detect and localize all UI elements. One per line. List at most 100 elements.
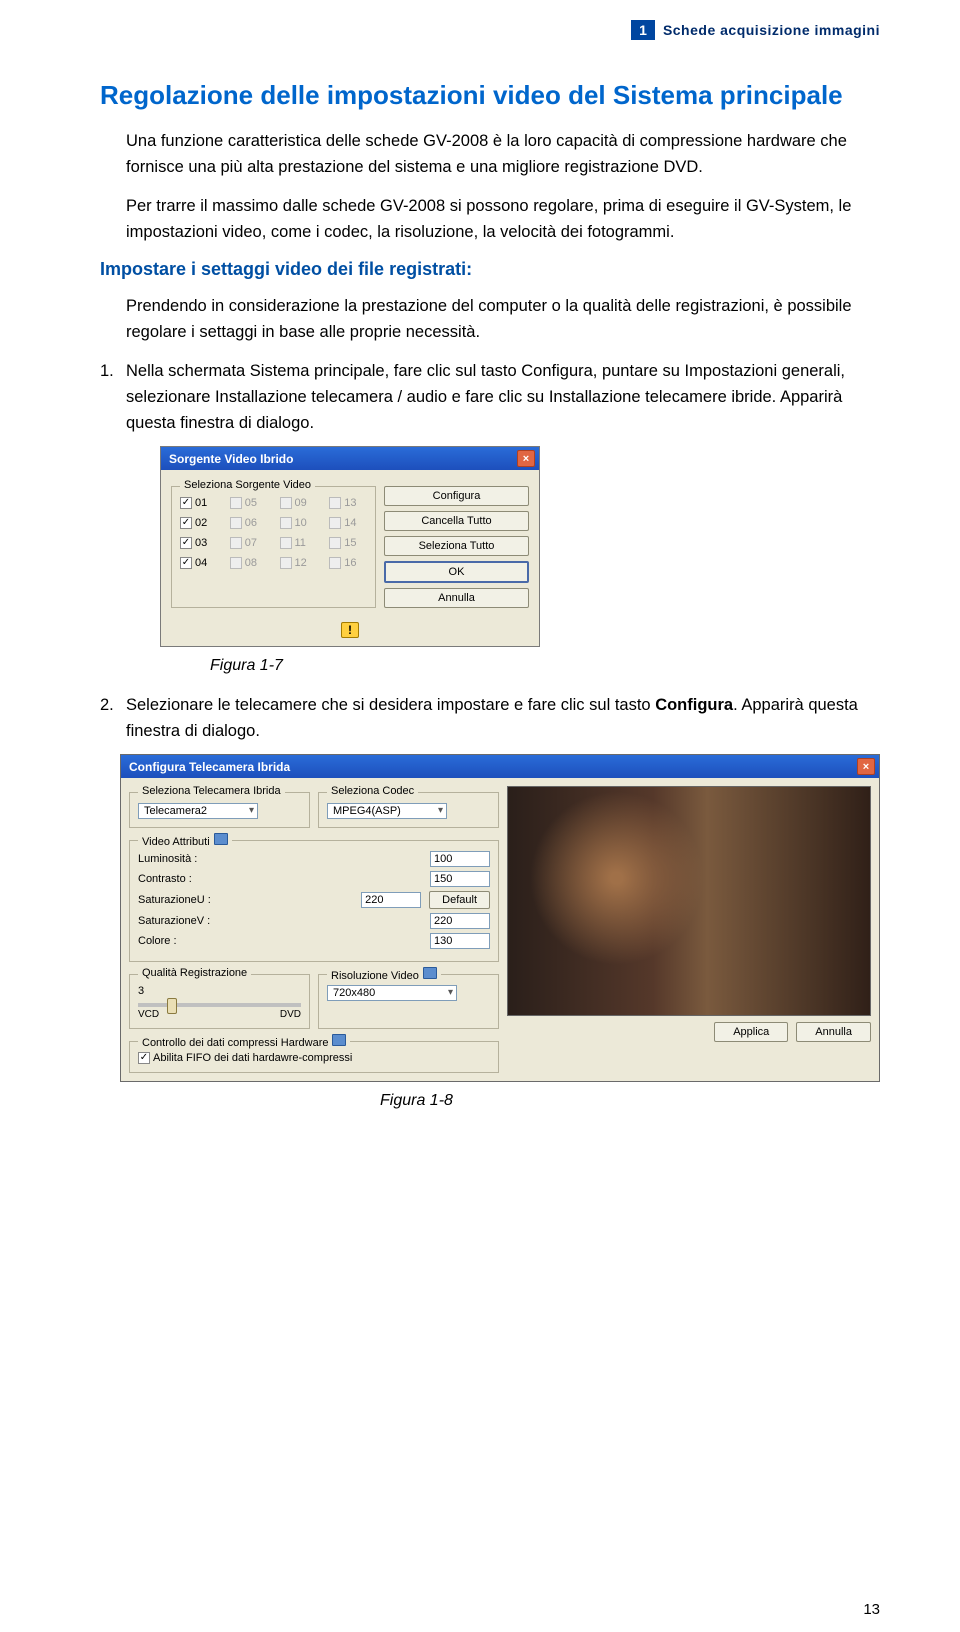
source-checkbox-16: 16: [329, 557, 367, 569]
chapter-title: Schede acquisizione immagini: [663, 22, 880, 38]
source-checkbox-02[interactable]: ✓02: [180, 517, 218, 529]
checkbox-label: 01: [195, 497, 207, 509]
quality-slider[interactable]: [138, 1003, 301, 1007]
source-checkbox-07: 07: [230, 537, 268, 549]
step-2-text-pre: Selezionare le telecamere che si desider…: [126, 696, 655, 714]
saturation-v-input[interactable]: 220: [430, 913, 490, 929]
brightness-input[interactable]: 100: [430, 851, 490, 867]
record-quality-group: Qualità Registrazione 3 VCD DVD: [129, 974, 310, 1029]
codec-combo[interactable]: MPEG4(ASP): [327, 803, 447, 819]
apply-button[interactable]: Applica: [714, 1022, 788, 1042]
source-checkbox-04[interactable]: ✓04: [180, 557, 218, 569]
checkbox-icon[interactable]: ✓: [180, 557, 192, 569]
brightness-label: Luminosità :: [138, 853, 197, 865]
chapter-number-badge: 1: [631, 20, 655, 40]
contrast-label: Contrasto :: [138, 873, 192, 885]
clear-all-button[interactable]: Cancella Tutto: [384, 511, 529, 531]
vcd-label: VCD: [138, 1009, 159, 1020]
fifo-checkbox-row[interactable]: ✓ Abilita FIFO dei dati hardawre-compres…: [138, 1052, 490, 1064]
figure-1-8-caption: Figura 1-8: [380, 1092, 880, 1110]
codec-select-group: Seleziona Codec MPEG4(ASP): [318, 792, 499, 828]
warning-icon[interactable]: !: [341, 622, 359, 638]
dialog1-title: Sorgente Video Ibrido: [169, 452, 293, 466]
camera-select-label: Seleziona Telecamera Ibrida: [138, 785, 285, 797]
checkbox-icon: [329, 557, 341, 569]
dialog2-titlebar[interactable]: Configura Telecamera Ibrida ×: [121, 755, 879, 778]
checkbox-label: 16: [344, 557, 356, 569]
source-checkbox-06: 06: [230, 517, 268, 529]
source-checkbox-05: 05: [230, 497, 268, 509]
checkbox-label: 10: [295, 517, 307, 529]
close-icon[interactable]: ×: [857, 758, 875, 775]
checkbox-label: 11: [295, 537, 306, 549]
contrast-input[interactable]: 150: [430, 871, 490, 887]
source-checkbox-09: 09: [280, 497, 318, 509]
checkbox-icon: [230, 497, 242, 509]
camera-select-group: Seleziona Telecamera Ibrida Telecamera2: [129, 792, 310, 828]
resolution-combo[interactable]: 720x480: [327, 985, 457, 1001]
checkbox-icon[interactable]: ✓: [180, 517, 192, 529]
camera-combo[interactable]: Telecamera2: [138, 803, 258, 819]
checkbox-icon: [230, 517, 242, 529]
camera-preview-image: [507, 786, 871, 1016]
page-header: 1 Schede acquisizione immagini: [100, 20, 880, 40]
dialog1-titlebar[interactable]: Sorgente Video Ibrido ×: [161, 447, 539, 470]
attributes-icon[interactable]: [214, 833, 228, 845]
cancel-button[interactable]: Annulla: [384, 588, 529, 608]
saturation-u-input[interactable]: 220: [361, 892, 421, 908]
close-icon[interactable]: ×: [517, 450, 535, 467]
checkbox-label: 04: [195, 557, 207, 569]
video-attributes-group: Video Attributi Luminosità :100 Contrast…: [129, 840, 499, 962]
checkbox-icon[interactable]: ✓: [180, 537, 192, 549]
step-1-number: 1.: [100, 359, 114, 385]
step-1: 1. Nella schermata Sistema principale, f…: [126, 359, 880, 436]
configure-button[interactable]: Configura: [384, 486, 529, 506]
figure-1-7-caption: Figura 1-7: [210, 657, 880, 675]
video-resolution-group: Risoluzione Video 720x480: [318, 974, 499, 1029]
codec-select-label: Seleziona Codec: [327, 785, 418, 797]
select-all-button[interactable]: Seleziona Tutto: [384, 536, 529, 556]
checkbox-icon: [280, 557, 292, 569]
step-2-number: 2.: [100, 693, 114, 719]
source-checkbox-03[interactable]: ✓03: [180, 537, 218, 549]
checkbox-label: 06: [245, 517, 257, 529]
checkbox-icon: [329, 497, 341, 509]
hw-icon[interactable]: [332, 1034, 346, 1046]
section-title: Regolazione delle impostazioni video del…: [100, 80, 880, 111]
quality-value: 3: [138, 985, 301, 997]
subsection-intro: Prendendo in considerazione la prestazio…: [100, 294, 880, 345]
dialog1-buttons: Configura Cancella Tutto Seleziona Tutto…: [384, 480, 529, 608]
resolution-icon[interactable]: [423, 967, 437, 979]
source-checkbox-14: 14: [329, 517, 367, 529]
checkbox-label: 14: [344, 517, 356, 529]
ok-button[interactable]: OK: [384, 561, 529, 583]
checkbox-icon: [329, 517, 341, 529]
checkbox-label: 13: [344, 497, 356, 509]
color-label: Colore :: [138, 935, 177, 947]
checkbox-label: 09: [295, 497, 307, 509]
color-input[interactable]: 130: [430, 933, 490, 949]
checkbox-icon[interactable]: ✓: [180, 497, 192, 509]
hw-compress-label: Controllo dei dati compressi Hardware: [138, 1034, 350, 1049]
subsection-title: Impostare i settaggi video dei file regi…: [100, 259, 880, 280]
saturation-u-label: SaturazioneU :: [138, 894, 211, 906]
source-checkbox-15: 15: [329, 537, 367, 549]
checkbox-label: 07: [245, 537, 257, 549]
source-checkbox-01[interactable]: ✓01: [180, 497, 218, 509]
step-2-text-bold: Configura: [655, 696, 733, 714]
fifo-checkbox[interactable]: ✓: [138, 1052, 150, 1064]
section-para-1: Una funzione caratteristica delle schede…: [100, 129, 880, 180]
source-checkbox-10: 10: [280, 517, 318, 529]
checkbox-icon: [280, 517, 292, 529]
source-checkbox-11: 11: [280, 537, 318, 549]
dialog-configure-hybrid-camera: Configura Telecamera Ibrida × Seleziona …: [120, 754, 880, 1082]
dialog2-title: Configura Telecamera Ibrida: [129, 760, 290, 774]
checkbox-label: 08: [245, 557, 257, 569]
video-attributes-label: Video Attributi: [138, 833, 232, 848]
section-para-2: Per trarre il massimo dalle schede GV-20…: [100, 194, 880, 245]
source-checkbox-13: 13: [329, 497, 367, 509]
checkbox-label: 05: [245, 497, 257, 509]
cancel-button[interactable]: Annulla: [796, 1022, 871, 1042]
source-checkbox-grid: ✓01050913✓02061014✓03071115✓04081216: [180, 497, 367, 569]
default-button[interactable]: Default: [429, 891, 490, 909]
